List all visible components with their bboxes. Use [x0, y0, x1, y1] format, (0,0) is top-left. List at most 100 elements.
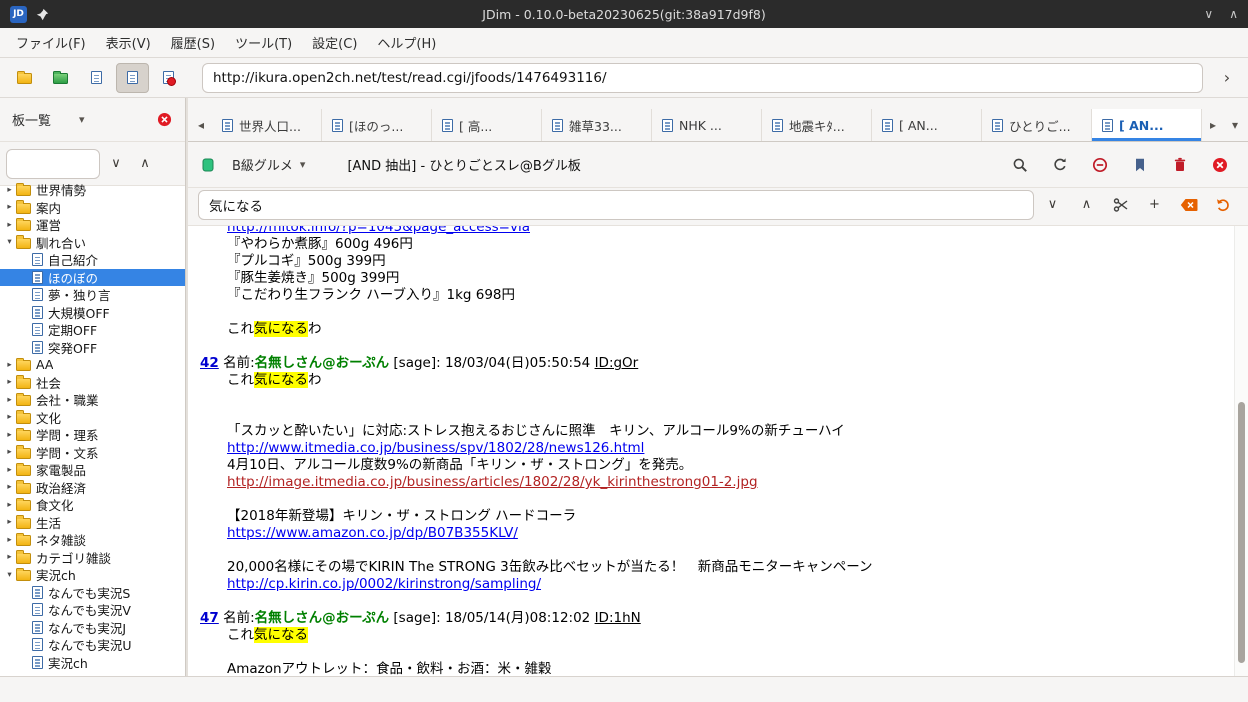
thread-tab[interactable]: 世界人口...	[212, 109, 322, 141]
open-url-button[interactable]: ›	[1214, 65, 1240, 91]
thread-tab[interactable]: 雑草33...	[542, 109, 652, 141]
sidebar-category-row[interactable]: ▸ネタ雑談	[0, 531, 185, 549]
scrollbar-thumb[interactable]	[1238, 402, 1245, 663]
reload-button[interactable]	[1044, 150, 1076, 180]
sidebar-category-row[interactable]: ▸学問・文系	[0, 444, 185, 462]
sidebar-board-row[interactable]: 実況ch	[0, 654, 185, 672]
post-link[interactable]: http://www.itmedia.co.jp/business/spv/18…	[227, 440, 644, 456]
collapse-icon[interactable]: ▾	[3, 570, 16, 580]
stop-button[interactable]	[1084, 150, 1116, 180]
extract-search-input[interactable]	[198, 190, 1034, 220]
titlebar[interactable]: JD JDim - 0.10.0-beta20230625(git:38a917…	[0, 0, 1248, 28]
vertical-scrollbar[interactable]	[1234, 226, 1248, 676]
menu-item[interactable]: 表示(V)	[96, 28, 161, 57]
expand-icon[interactable]: ▸	[3, 517, 16, 527]
thread-tab[interactable]: [ 高...	[432, 109, 542, 141]
poster-id[interactable]: ID:gOr	[595, 355, 639, 371]
menu-item[interactable]: ヘルプ(H)	[367, 28, 446, 57]
image-view-button[interactable]	[152, 63, 185, 93]
sidebar-close-button[interactable]	[151, 107, 177, 133]
sidebar-category-row[interactable]: ▸会社・職業	[0, 391, 185, 409]
expand-icon[interactable]: ▸	[3, 482, 16, 492]
sidebar-category-row[interactable]: ▸家電製品	[0, 461, 185, 479]
menu-item[interactable]: 設定(C)	[302, 28, 367, 57]
sidebar-category-row[interactable]: ▸生活	[0, 514, 185, 532]
sidebar-board-row[interactable]: なんでも実況V	[0, 601, 185, 619]
delete-button[interactable]	[1164, 150, 1196, 180]
close-tab-button[interactable]	[1204, 150, 1236, 180]
post-link[interactable]: http://mitok.info/?p=1045&page_access=vi…	[227, 226, 530, 235]
thread-tab[interactable]: ひとりご...	[982, 109, 1092, 141]
window-minimize-button[interactable]: ∨	[1204, 8, 1213, 20]
expand-icon[interactable]: ▸	[3, 552, 16, 562]
sidebar-category-row[interactable]: ▸学問・理系	[0, 426, 185, 444]
post-link[interactable]: http://cp.kirin.co.jp/0002/kirinstrong/s…	[227, 576, 541, 592]
sidebar-category-row[interactable]: ▸世界情勢	[0, 181, 185, 199]
tabs-scroll-left-icon[interactable]: ◂	[190, 109, 212, 141]
expand-icon[interactable]: ▸	[3, 412, 16, 422]
pin-icon[interactable]	[36, 8, 49, 21]
url-input[interactable]	[202, 63, 1203, 93]
expand-icon[interactable]: ▸	[3, 185, 16, 195]
thread-tab[interactable]: [ AN...	[872, 109, 982, 141]
thread-list-button[interactable]	[80, 63, 113, 93]
expand-icon[interactable]: ▸	[3, 447, 16, 457]
search-button[interactable]	[1004, 150, 1036, 180]
sidebar-category-row[interactable]: ▸運営	[0, 216, 185, 234]
sidebar-dropdown-icon[interactable]: ▾	[79, 113, 85, 126]
thread-view-button[interactable]	[116, 63, 149, 93]
post-link[interactable]: https://www.amazon.co.jp/dp/B07B355KLV/	[227, 525, 518, 541]
sidebar-board-row[interactable]: 突発OFF	[0, 339, 185, 357]
clear-highlight-button[interactable]	[1173, 190, 1204, 220]
sidebar-board-row[interactable]: 大規模OFF	[0, 304, 185, 322]
post-number[interactable]: 47	[200, 610, 219, 626]
sidebar-board-row[interactable]: なんでも実況U	[0, 636, 185, 654]
sidebar-category-row[interactable]: ▸文化	[0, 409, 185, 427]
expand-icon[interactable]: ▸	[3, 465, 16, 475]
bookmark-button[interactable]	[1124, 150, 1156, 180]
search-history-dropdown-icon[interactable]: ∨	[1037, 190, 1068, 220]
tabs-list-dropdown-icon[interactable]: ▾	[1224, 109, 1246, 141]
sidebar-search-up-button[interactable]: ∧	[132, 151, 158, 177]
expand-icon[interactable]: ▸	[3, 220, 16, 230]
expand-icon[interactable]: ▸	[3, 500, 16, 510]
sidebar-category-row[interactable]: ▸AA	[0, 356, 185, 374]
sidebar-board-row[interactable]: なんでも実況S	[0, 584, 185, 602]
sidebar-search-input[interactable]	[6, 149, 100, 179]
thread-tab[interactable]: 地震キﾀ...	[762, 109, 872, 141]
sidebar-board-row[interactable]: なんでも実況J	[0, 619, 185, 637]
post-number[interactable]: 42	[200, 355, 219, 371]
undo-extract-button[interactable]	[1207, 190, 1238, 220]
post-link-visited[interactable]: http://image.itmedia.co.jp/business/arti…	[227, 474, 758, 490]
tabs-scroll-right-icon[interactable]: ▸	[1202, 109, 1224, 141]
expand-icon[interactable]: ▸	[3, 360, 16, 370]
board-list-button[interactable]	[8, 63, 41, 93]
board-select-button[interactable]: B級グルメ ▾	[224, 151, 313, 178]
sidebar-category-row[interactable]: ▸食文化	[0, 496, 185, 514]
sidebar-board-row[interactable]: ほのぼの	[0, 269, 185, 287]
sidebar-category-row[interactable]: ▸カテゴリ雑談	[0, 549, 185, 567]
sidebar-board-row[interactable]: 夢・独り言	[0, 286, 185, 304]
window-maximize-button[interactable]: ∧	[1229, 8, 1238, 20]
menu-item[interactable]: ツール(T)	[225, 28, 302, 57]
poster-id[interactable]: ID:1hN	[595, 610, 641, 626]
add-keyword-button[interactable]: +	[1139, 190, 1170, 220]
menu-item[interactable]: ファイル(F)	[6, 28, 96, 57]
collapse-icon[interactable]: ▾	[3, 237, 16, 247]
favorites-button[interactable]	[44, 63, 77, 93]
sidebar-board-row[interactable]: 定期OFF	[0, 321, 185, 339]
expand-icon[interactable]: ▸	[3, 202, 16, 212]
expand-icon[interactable]: ▸	[3, 535, 16, 545]
sidebar-category-row[interactable]: ▾実況ch	[0, 566, 185, 584]
sidebar-category-row[interactable]: ▸政治経済	[0, 479, 185, 497]
expand-icon[interactable]: ▸	[3, 395, 16, 405]
thread-tab[interactable]: [ほのっ...	[322, 109, 432, 141]
thread-view[interactable]: http://mitok.info/?p=1045&page_access=vi…	[188, 226, 1248, 676]
expand-icon[interactable]: ▸	[3, 430, 16, 440]
menu-item[interactable]: 履歴(S)	[161, 28, 225, 57]
thread-tab[interactable]: NHK ...	[652, 109, 762, 141]
sidebar-category-row[interactable]: ▸案内	[0, 199, 185, 217]
sidebar-board-row[interactable]: 自己紹介	[0, 251, 185, 269]
sidebar-search-down-button[interactable]: ∨	[103, 151, 129, 177]
sidebar-category-row[interactable]: ▾馴れ合い	[0, 234, 185, 252]
